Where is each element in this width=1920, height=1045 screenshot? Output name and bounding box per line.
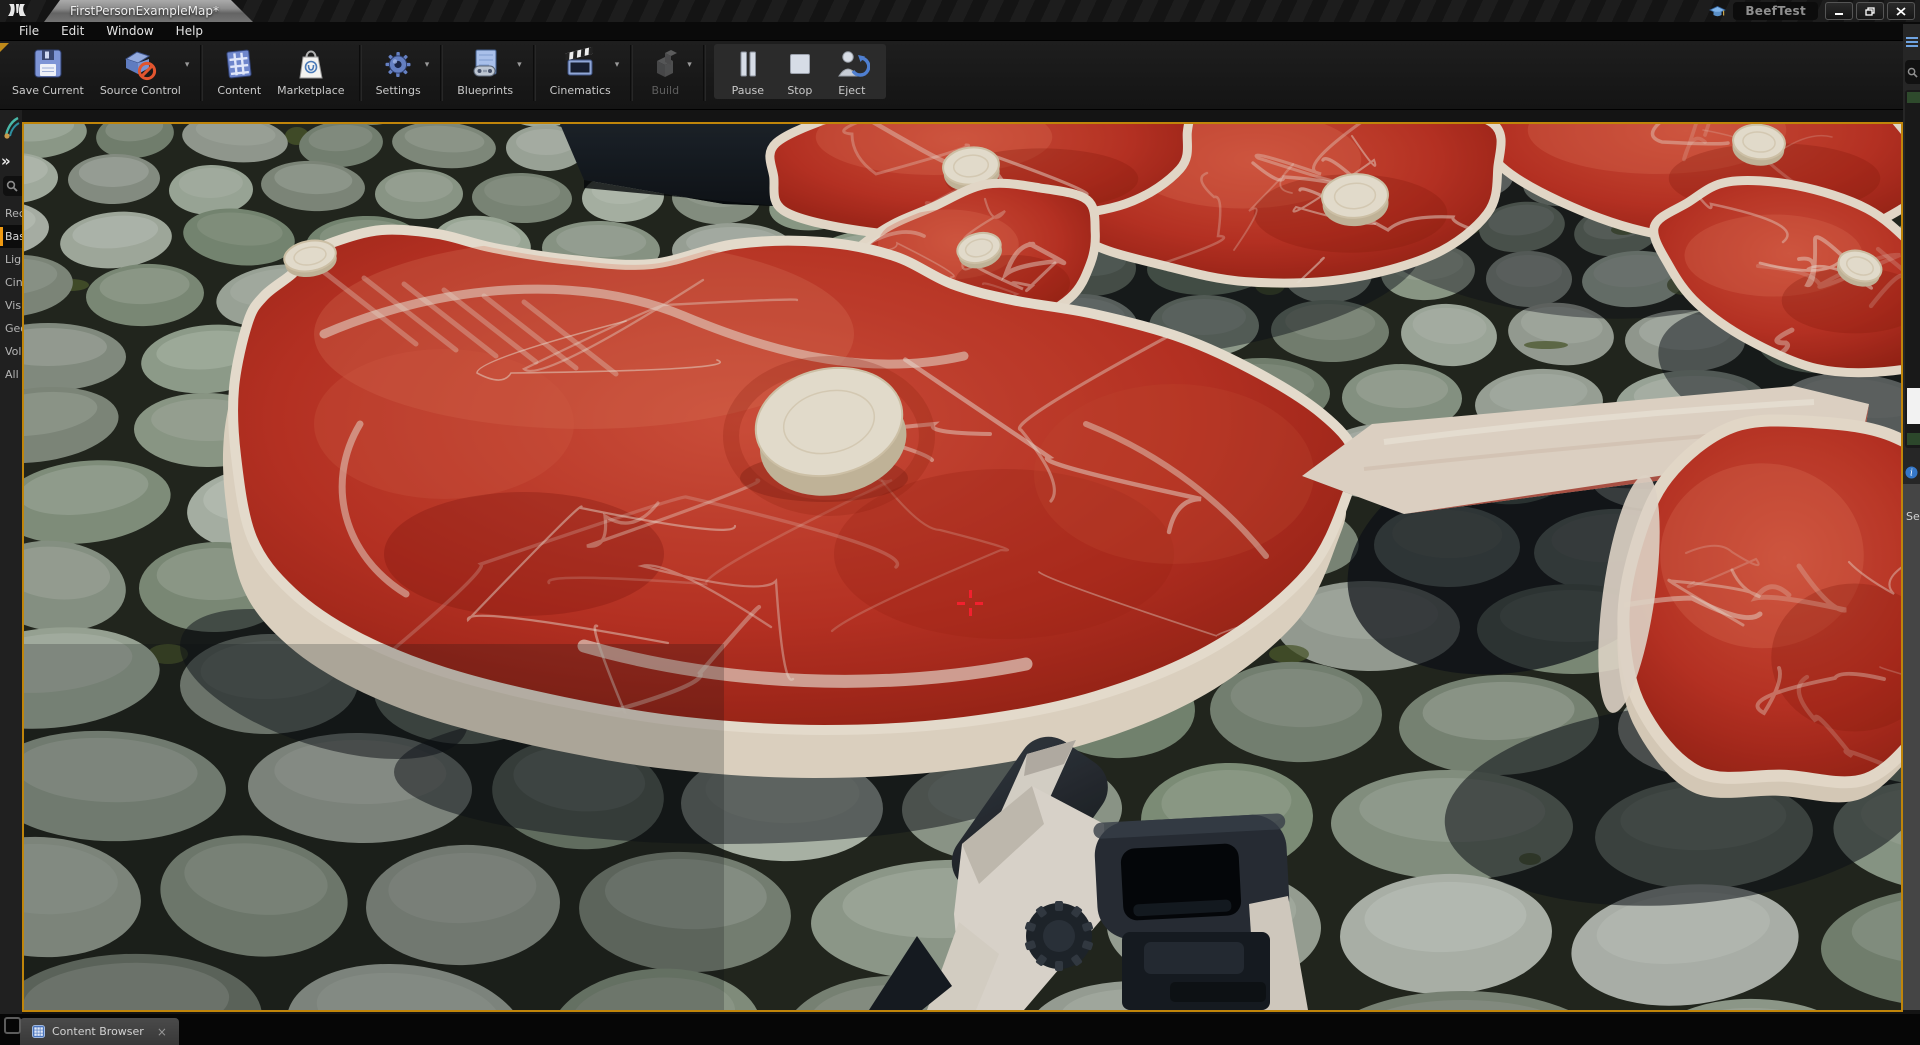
- toolbar-separator: [200, 45, 204, 101]
- settings-icon: [380, 46, 416, 82]
- toolbar-button-build: Build: [639, 44, 691, 99]
- close-tab-icon[interactable]: ×: [151, 1025, 167, 1039]
- details-info-icon[interactable]: i: [1905, 464, 1918, 483]
- cinematics-icon: [562, 46, 598, 82]
- toolbar-button-blueprints[interactable]: Blueprints: [449, 44, 521, 99]
- save-icon: [30, 46, 66, 82]
- pie-controls-group: Pause Stop Eject: [713, 44, 886, 99]
- build-icon: [647, 46, 683, 82]
- place-category-cinematic[interactable]: Cinematic: [0, 271, 22, 294]
- toolbar-button-label: Marketplace: [277, 84, 345, 97]
- unreal-engine-logo-icon: [0, 0, 34, 22]
- details-panel-sliver: Search: [1903, 484, 1920, 1010]
- details-search-label: Search: [1906, 510, 1920, 523]
- marketplace-icon: [293, 46, 329, 82]
- toolbar-button-label: Settings: [375, 84, 421, 97]
- stop-icon: [782, 46, 818, 82]
- toolbar-button-stop[interactable]: Stop: [774, 44, 826, 99]
- minimize-button[interactable]: [1825, 2, 1853, 20]
- dropdown-arrow-icon[interactable]: ▾: [615, 60, 620, 70]
- scene-canvas: [24, 124, 1901, 1010]
- toolbar-group: Content Marketplace: [209, 44, 352, 99]
- menu-file[interactable]: File: [8, 22, 50, 40]
- expand-panel-button[interactable]: »: [1, 152, 11, 170]
- toolbar-button-label: Blueprints: [457, 84, 514, 97]
- world-outliner-icon[interactable]: [1906, 33, 1918, 52]
- toolbar-button-label: Cinematics: [549, 84, 611, 97]
- dropdown-arrow-icon[interactable]: ▾: [425, 60, 430, 70]
- toolbar-button-pause[interactable]: Pause: [722, 44, 774, 99]
- content-browser-icon: [32, 1025, 45, 1038]
- source-control-icon: [122, 46, 158, 82]
- layout-corner-icon[interactable]: [4, 1017, 21, 1034]
- pause-icon: [730, 46, 766, 82]
- toolbar-button-label: Build: [651, 84, 680, 97]
- place-category-lights[interactable]: Lights: [0, 248, 22, 271]
- toolbar-button-label: Source Control: [99, 84, 181, 97]
- toolbar: Save Current Source Control ▾ Content Market…: [0, 41, 1920, 110]
- place-mode-icon[interactable]: [2, 115, 21, 139]
- outliner-row: [1907, 433, 1920, 445]
- close-button[interactable]: [1887, 2, 1915, 20]
- toolbar-button-label: Content: [217, 84, 262, 97]
- content-icon: [221, 46, 257, 82]
- toolbar-group: Settings ▾: [368, 44, 435, 99]
- place-category-geometry[interactable]: Geometry: [0, 317, 22, 340]
- right-panels-sliver: i Search: [1903, 24, 1920, 1010]
- game-viewport[interactable]: [22, 122, 1903, 1012]
- blueprints-icon: [467, 46, 503, 82]
- svg-text:i: i: [1910, 469, 1913, 479]
- toolbar-separator: [532, 45, 536, 101]
- tutorials-icon[interactable]: [1709, 4, 1727, 18]
- outliner-row-highlight: [1907, 388, 1920, 424]
- outliner-search-field[interactable]: [1905, 60, 1920, 84]
- place-category-recently-placed[interactable]: Recently Placed: [0, 202, 22, 225]
- place-category-basic[interactable]: Basic: [0, 225, 22, 248]
- toolbar-corner-wedge: [0, 43, 9, 52]
- toolbar-button-cinematics[interactable]: Cinematics: [542, 44, 619, 99]
- place-category-visual-effects[interactable]: Visual Effects: [0, 294, 22, 317]
- menu-window[interactable]: Window: [95, 22, 164, 40]
- toolbar-button-label: Save Current: [12, 84, 84, 97]
- toolbar-button-content[interactable]: Content: [209, 44, 269, 99]
- level-tab-title: FirstPersonExampleMap*: [70, 4, 219, 18]
- toolbar-separator: [702, 45, 706, 101]
- unreal-editor-window: FirstPersonExampleMap* BeefTest File Edit…: [0, 0, 1920, 1045]
- toolbar-button-source-control[interactable]: Source Control: [92, 44, 189, 99]
- toolbar-button-settings[interactable]: Settings: [368, 44, 429, 99]
- titlebar: FirstPersonExampleMap* BeefTest: [0, 0, 1920, 22]
- toolbar-button-label: Eject: [838, 84, 866, 97]
- editor-main-area: » Recently PlacedBasicLightsCinematicVis…: [0, 110, 1920, 1014]
- outliner-row: [1907, 92, 1920, 103]
- toolbar-button-eject[interactable]: Eject: [826, 44, 878, 99]
- toolbar-separator: [630, 45, 634, 101]
- toolbar-separator: [440, 45, 444, 101]
- bottom-dock: Content Browser ×: [0, 1014, 1920, 1045]
- toolbar-button-marketplace[interactable]: Marketplace: [269, 44, 352, 99]
- level-tab[interactable]: FirstPersonExampleMap*: [44, 0, 253, 22]
- menu-help[interactable]: Help: [165, 22, 214, 40]
- toolbar-button-save-current[interactable]: Save Current: [4, 44, 92, 99]
- place-category-all-classes[interactable]: All Classes: [0, 363, 22, 386]
- project-name-badge: BeefTest: [1733, 2, 1818, 20]
- toolbar-separator: [358, 45, 362, 101]
- toolbar-group: Cinematics ▾: [542, 44, 625, 99]
- dropdown-arrow-icon[interactable]: ▾: [517, 60, 522, 70]
- outliner-list-sliver[interactable]: [1905, 90, 1920, 448]
- toolbar-button-label: Stop: [787, 84, 813, 97]
- content-browser-label: Content Browser: [52, 1025, 144, 1038]
- restore-button[interactable]: [1856, 2, 1884, 20]
- menubar: File Edit Window Help: [0, 22, 1920, 41]
- place-actors-panel-sliver: » Recently PlacedBasicLightsCinematicVis…: [0, 110, 25, 1014]
- dropdown-arrow-icon[interactable]: ▾: [185, 60, 190, 70]
- toolbar-group: Build ▾: [639, 44, 697, 99]
- place-category-volumes[interactable]: Volumes: [0, 340, 22, 363]
- dropdown-arrow-icon[interactable]: ▾: [687, 60, 692, 70]
- toolbar-button-label: Pause: [731, 84, 764, 97]
- toolbar-group: Save Current Source Control ▾: [4, 44, 194, 99]
- menu-edit[interactable]: Edit: [50, 22, 95, 40]
- toolbar-group: Blueprints ▾: [449, 44, 526, 99]
- eject-icon: [834, 46, 870, 82]
